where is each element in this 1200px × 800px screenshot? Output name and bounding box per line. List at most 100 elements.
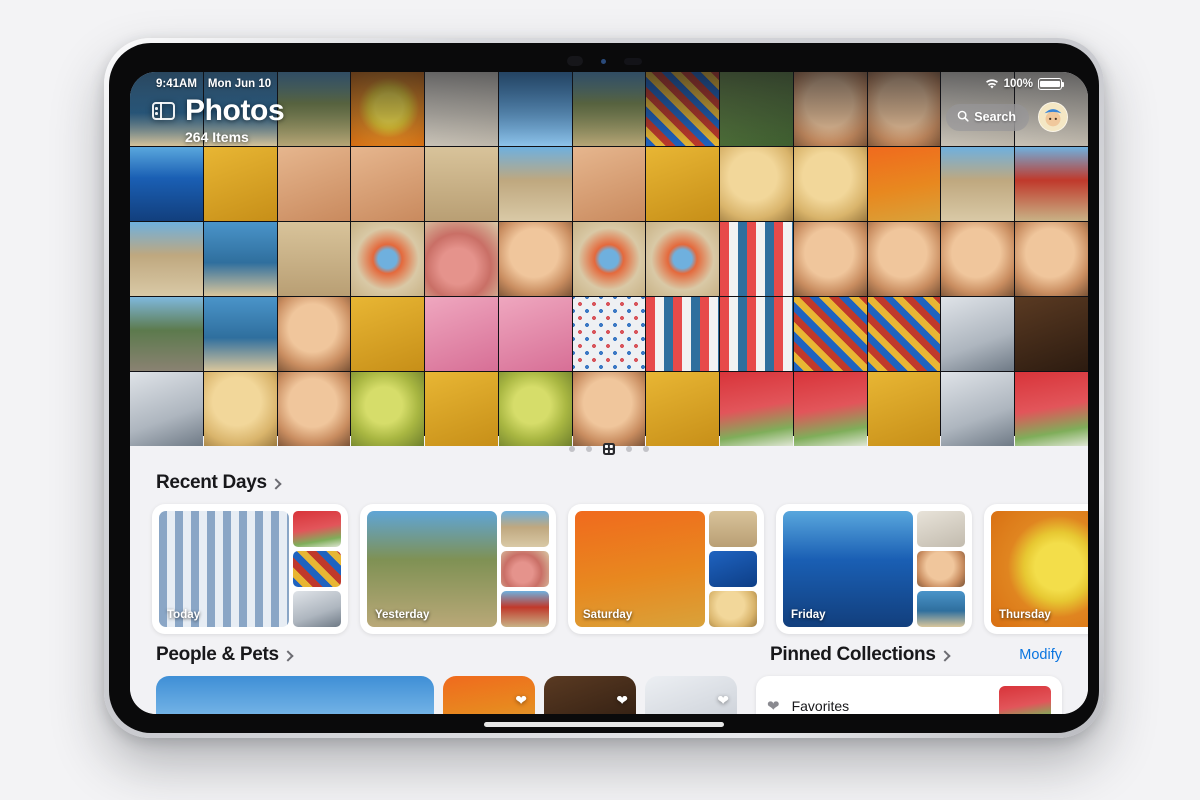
photo-thumbnail[interactable] (277, 147, 351, 221)
photo-thumbnail[interactable] (277, 297, 351, 371)
recent-day-thumbnail[interactable] (293, 511, 341, 547)
photo-thumbnail[interactable] (572, 147, 646, 221)
photo-thumbnail[interactable] (498, 147, 572, 221)
recent-day-card[interactable]: Today (152, 504, 348, 634)
photo-grid[interactable] (130, 72, 1088, 446)
person-tile[interactable]: ❤ (645, 676, 737, 714)
photo-thumbnail[interactable] (351, 222, 425, 296)
photo-thumbnail[interactable] (793, 147, 867, 221)
photo-thumbnail[interactable] (867, 297, 941, 371)
photo-thumbnail[interactable] (425, 297, 498, 371)
photo-thumbnail[interactable] (793, 72, 867, 146)
photo-grid-region[interactable]: 9:41AM Mon Jun 10 100% Photos 264 Items … (130, 72, 1088, 446)
recent-day-card[interactable]: Friday (776, 504, 972, 634)
recent-days-rail[interactable]: Today Yesterday Saturday Friday Thursday (130, 504, 1088, 634)
search-button[interactable]: Search (946, 103, 1029, 131)
photo-thumbnail[interactable] (867, 372, 941, 446)
page-dot[interactable] (586, 446, 592, 452)
photo-thumbnail[interactable] (646, 222, 720, 296)
pinned-collections-header[interactable]: Pinned Collections Modify (744, 634, 1088, 676)
photo-thumbnail[interactable] (1015, 297, 1088, 371)
photo-thumbnail[interactable] (351, 297, 425, 371)
photo-thumbnail[interactable] (941, 147, 1015, 221)
photo-thumbnail[interactable] (572, 297, 646, 371)
photo-thumbnail[interactable] (351, 72, 425, 146)
photo-thumbnail[interactable] (130, 372, 203, 446)
recent-day-card[interactable]: Saturday (568, 504, 764, 634)
photo-thumbnail[interactable] (867, 222, 941, 296)
photo-thumbnail[interactable] (793, 372, 867, 446)
sidebar-toggle-icon[interactable] (152, 102, 175, 120)
recent-day-thumbnail[interactable] (917, 591, 965, 627)
photo-thumbnail[interactable] (793, 297, 867, 371)
photo-thumbnail[interactable] (277, 372, 351, 446)
people-and-pets-header[interactable]: People & Pets (130, 634, 744, 676)
photo-thumbnail[interactable] (941, 222, 1015, 296)
home-indicator[interactable] (484, 722, 724, 727)
photo-thumbnail[interactable] (130, 222, 203, 296)
photo-thumbnail[interactable] (867, 72, 941, 146)
photo-thumbnail[interactable] (720, 372, 793, 446)
grid-view-icon[interactable] (603, 443, 615, 455)
recent-day-thumbnail[interactable] (501, 591, 549, 627)
person-tile[interactable] (156, 676, 434, 714)
recent-days-header[interactable]: Recent Days (130, 462, 1088, 504)
recent-day-thumbnail[interactable] (293, 551, 341, 587)
recent-day-card[interactable]: Thursday (984, 504, 1088, 634)
photo-thumbnail[interactable] (277, 72, 351, 146)
photo-thumbnail[interactable] (941, 372, 1015, 446)
recent-day-thumbnail[interactable] (709, 511, 757, 547)
recent-day-card[interactable]: Yesterday (360, 504, 556, 634)
people-and-pets-rail[interactable]: ❤ ❤ ❤ (130, 676, 744, 714)
page-dot[interactable] (643, 446, 649, 452)
photo-thumbnail[interactable] (498, 372, 572, 446)
photo-thumbnail[interactable] (720, 222, 793, 296)
recent-day-thumbnail[interactable] (709, 551, 757, 587)
person-tile[interactable]: ❤ (443, 676, 535, 714)
chevron-right-icon[interactable] (938, 649, 951, 662)
photo-thumbnail[interactable] (203, 72, 277, 146)
page-dot[interactable] (569, 446, 575, 452)
photo-thumbnail[interactable] (572, 222, 646, 296)
photo-thumbnail[interactable] (203, 222, 277, 296)
photo-thumbnail[interactable] (425, 72, 498, 146)
recent-day-thumbnail[interactable] (709, 591, 757, 627)
photo-thumbnail[interactable] (1015, 222, 1088, 296)
photo-thumbnail[interactable] (1015, 147, 1088, 221)
recent-day-thumbnail[interactable] (293, 591, 341, 627)
photo-thumbnail[interactable] (130, 297, 203, 371)
recent-day-thumbnail[interactable] (917, 511, 965, 547)
recent-day-thumbnail[interactable] (501, 551, 549, 587)
photo-thumbnail[interactable] (572, 72, 646, 146)
photo-thumbnail[interactable] (941, 297, 1015, 371)
page-dot[interactable] (626, 446, 632, 452)
photo-thumbnail[interactable] (498, 72, 572, 146)
photo-thumbnail[interactable] (646, 147, 720, 221)
photo-thumbnail[interactable] (720, 147, 793, 221)
pinned-collection-favorites[interactable]: ❤ Favorites (756, 676, 1062, 714)
photo-thumbnail[interactable] (572, 372, 646, 446)
recent-day-thumbnail[interactable] (917, 551, 965, 587)
photo-thumbnail[interactable] (425, 147, 498, 221)
chevron-right-icon[interactable] (270, 477, 282, 490)
photo-thumbnail[interactable] (203, 372, 277, 446)
photo-thumbnail[interactable] (203, 147, 277, 221)
photo-thumbnail[interactable] (203, 297, 277, 371)
modify-button[interactable]: Modify (1019, 647, 1062, 663)
chevron-right-icon[interactable] (282, 649, 294, 662)
photo-thumbnail[interactable] (425, 222, 498, 296)
photo-thumbnail[interactable] (646, 297, 720, 371)
photo-thumbnail[interactable] (646, 372, 720, 446)
photo-thumbnail[interactable] (498, 222, 572, 296)
photo-thumbnail[interactable] (867, 147, 941, 221)
photo-thumbnail[interactable] (793, 222, 867, 296)
photo-thumbnail[interactable] (351, 147, 425, 221)
photo-thumbnail[interactable] (425, 372, 498, 446)
photo-thumbnail[interactable] (277, 222, 351, 296)
photo-thumbnail[interactable] (720, 72, 793, 146)
recent-day-thumbnail[interactable] (501, 511, 549, 547)
photo-thumbnail[interactable] (646, 72, 720, 146)
person-tile[interactable]: ❤ (544, 676, 636, 714)
photo-thumbnail[interactable] (1015, 372, 1088, 446)
photo-thumbnail[interactable] (351, 372, 425, 446)
